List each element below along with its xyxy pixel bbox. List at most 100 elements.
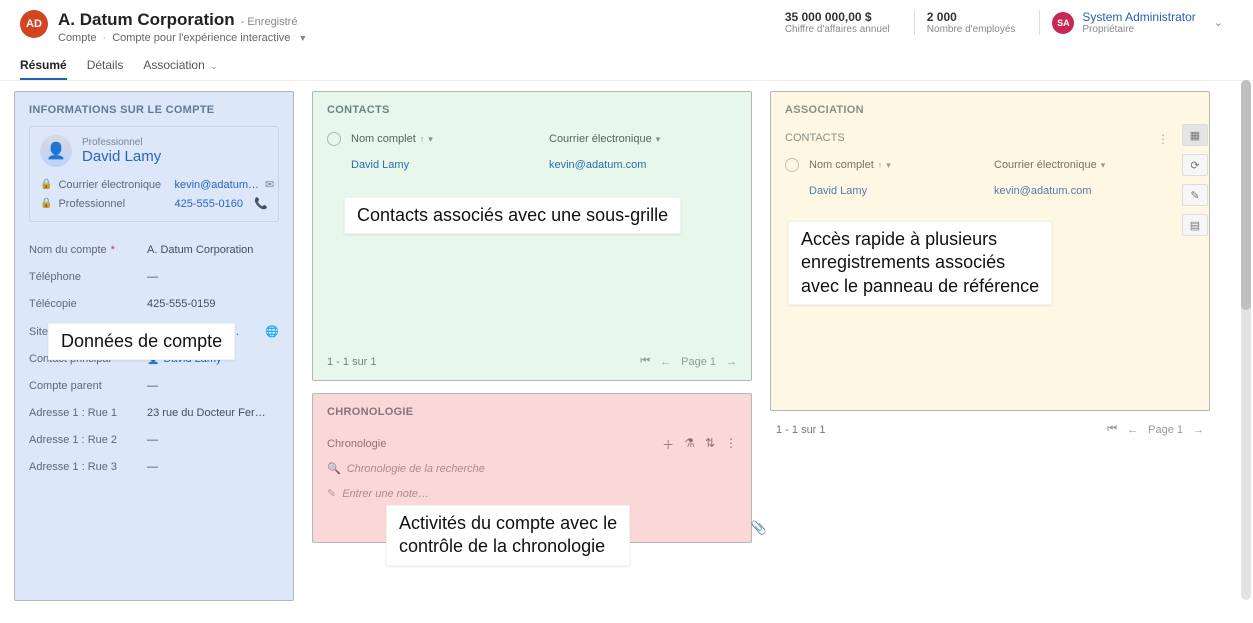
grid-pager: 1 - 1 sur 1 ⏮ ← Page 1 → xyxy=(327,343,737,368)
separator: · xyxy=(103,32,107,44)
timeline-search[interactable]: 🔍 Chronologie de la recherche xyxy=(327,456,737,481)
pager-first-icon[interactable]: ⏮ xyxy=(640,355,650,368)
column-fullname[interactable]: Nom complet ↑▾ xyxy=(809,159,984,171)
phone-icon[interactable]: 📞 xyxy=(254,197,268,210)
main-area: INFORMATIONS SUR LE COMPTE 👤 Professionn… xyxy=(0,81,1253,623)
section-title: CONTACTS xyxy=(327,104,737,116)
grid-pager: 1 - 1 sur 1 ⏮ ← Page 1 → xyxy=(770,423,1210,436)
field-address1-line3[interactable]: Adresse 1 : Rue 3 — xyxy=(29,453,279,480)
cell-email[interactable]: kevin@adatum.com xyxy=(994,185,1169,197)
cell-name[interactable]: David Lamy xyxy=(351,159,539,171)
callout-subgrid: Contacts associés avec une sous-grille xyxy=(344,197,681,234)
owner-role: Propriétaire xyxy=(1082,24,1195,35)
metric-label: Chiffre d'affaires annuel xyxy=(785,24,890,35)
pager-prev-icon[interactable]: ← xyxy=(1127,424,1138,436)
timeline-note-input[interactable]: ✎ Entrer une note… xyxy=(327,481,737,506)
chevron-down-icon[interactable]: ⌄ xyxy=(1214,16,1223,29)
account-avatar: AD xyxy=(20,10,48,38)
globe-icon[interactable]: 🌐 xyxy=(265,325,279,338)
more-icon[interactable]: ⋮ xyxy=(725,436,737,453)
pager-next-icon[interactable]: → xyxy=(726,356,737,368)
title-block: A. Datum Corporation - Enregistré Compte… xyxy=(58,10,773,44)
column-fullname[interactable]: Nom complet ↑▾ xyxy=(351,133,539,145)
field-address1-line1[interactable]: Adresse 1 : Rue 1 23 rue du Docteur Fer… xyxy=(29,399,279,426)
more-icon[interactable]: ⋮ xyxy=(1157,132,1169,146)
callout-timeline: Activités du compte avec le contrôle de … xyxy=(386,505,630,566)
email-value[interactable]: kevin@adatum… xyxy=(174,179,259,191)
pager-first-icon[interactable]: ⏮ xyxy=(1107,423,1117,436)
pager-page: Page 1 xyxy=(681,356,716,368)
column-middle: CONTACTS Nom complet ↑▾ Courrier électro… xyxy=(312,91,752,613)
lock-icon: 🔒 xyxy=(40,179,52,190)
pager-count: 1 - 1 sur 1 xyxy=(776,424,826,436)
account-title: A. Datum Corporation xyxy=(58,10,235,30)
field-address1-line2[interactable]: Adresse 1 : Rue 2 — xyxy=(29,426,279,453)
contact-name[interactable]: David Lamy xyxy=(82,148,161,165)
phone-value[interactable]: 425-555-0160 xyxy=(174,198,248,210)
pager-prev-icon[interactable]: ← xyxy=(660,356,671,368)
contact-role: Professionnel xyxy=(82,137,161,148)
column-email[interactable]: Courrier électronique ▾ xyxy=(549,133,737,145)
field-fax[interactable]: Télécopie 425-555-0159 xyxy=(29,290,279,317)
section-title: CHRONOLOGIE xyxy=(327,406,413,418)
lock-icon: 🔒 xyxy=(40,198,52,209)
ref-tab-refresh-icon[interactable]: ⟳ xyxy=(1182,154,1208,176)
column-account-info: INFORMATIONS SUR LE COMPTE 👤 Professionn… xyxy=(14,91,294,613)
section-title: ASSOCIATION xyxy=(785,104,1169,116)
ref-tab-app-icon[interactable]: ▤ xyxy=(1182,214,1208,236)
phone-label: Professionnel xyxy=(58,198,168,210)
primary-contact-card[interactable]: 👤 Professionnel David Lamy 🔒 Courrier él… xyxy=(29,126,279,222)
cell-email[interactable]: kevin@adatum.com xyxy=(549,159,737,171)
tab-association[interactable]: Association ⌄ xyxy=(143,52,217,80)
chevron-down-icon[interactable]: ▼ xyxy=(298,33,307,43)
save-state: - Enregistré xyxy=(241,16,298,28)
search-icon: 🔍 xyxy=(327,462,341,475)
email-label: Courrier électronique xyxy=(58,179,168,191)
grid-header: Nom complet ↑▾ Courrier électronique ▾ xyxy=(327,126,737,152)
add-icon[interactable]: ＋ xyxy=(662,436,674,453)
ref-tab-contacts-icon[interactable]: ▦ xyxy=(1182,124,1208,146)
form-name[interactable]: Compte pour l'expérience interactive xyxy=(112,32,290,44)
select-all-radio[interactable] xyxy=(327,132,341,146)
panel-contacts-subgrid: CONTACTS Nom complet ↑▾ Courrier électro… xyxy=(312,91,752,381)
section-title: INFORMATIONS SUR LE COMPTE xyxy=(29,104,279,116)
metric-employees[interactable]: 2 000 Nombre d'employés xyxy=(914,10,1016,35)
reference-panel-tabs: ▦ ⟳ ✎ ▤ xyxy=(1180,124,1210,236)
metric-value: 2 000 xyxy=(927,10,1016,24)
grid-header: Nom complet ↑▾ Courrier électronique ▾ xyxy=(785,152,1169,178)
select-all-radio[interactable] xyxy=(785,158,799,172)
callout-reference-panel: Accès rapide à plusieurs enregistrements… xyxy=(788,221,1052,305)
header-metrics: 35 000 000,00 $ Chiffre d'affaires annue… xyxy=(773,10,1223,35)
sort-asc-icon: ↑ xyxy=(878,160,883,170)
pager-next-icon[interactable]: → xyxy=(1193,424,1204,436)
field-parent-account[interactable]: Compte parent — xyxy=(29,372,279,399)
owner-block[interactable]: SA System Administrator Propriétaire ⌄ xyxy=(1039,10,1223,35)
entity-label: Compte xyxy=(58,32,97,44)
cell-name[interactable]: David Lamy xyxy=(809,185,984,197)
pager-page: Page 1 xyxy=(1148,424,1183,436)
column-email[interactable]: Courrier électronique ▾ xyxy=(994,159,1169,171)
column-association: ASSOCIATION CONTACTS ⋮ Nom complet ↑▾ Co… xyxy=(770,91,1210,613)
filter-icon[interactable]: ⚗ xyxy=(684,436,695,453)
pager-count: 1 - 1 sur 1 xyxy=(327,356,377,368)
sort-icon[interactable]: ⇅ xyxy=(705,436,715,453)
chevron-down-icon: ▾ xyxy=(428,134,433,145)
edit-icon: ✎ xyxy=(327,487,336,500)
chevron-down-icon: ▾ xyxy=(1101,160,1106,171)
assoc-sub: CONTACTS xyxy=(785,132,845,144)
mail-icon[interactable]: ✉ xyxy=(265,178,274,191)
scrollbar-thumb[interactable] xyxy=(1241,80,1251,310)
ref-tab-edit-icon[interactable]: ✎ xyxy=(1182,184,1208,206)
field-phone[interactable]: Téléphone — xyxy=(29,263,279,290)
page-header: AD A. Datum Corporation - Enregistré Com… xyxy=(0,0,1253,48)
metric-revenue[interactable]: 35 000 000,00 $ Chiffre d'affaires annue… xyxy=(773,10,890,35)
tab-resume[interactable]: Résumé xyxy=(20,52,67,80)
field-account-name[interactable]: Nom du compte* A. Datum Corporation xyxy=(29,236,279,263)
vertical-scrollbar[interactable] xyxy=(1241,80,1251,600)
grid-row[interactable]: David Lamy kevin@adatum.com xyxy=(327,152,737,178)
attachment-icon[interactable]: 📎 xyxy=(751,520,767,536)
grid-row[interactable]: David Lamy kevin@adatum.com xyxy=(785,178,1169,204)
chevron-down-icon: ▾ xyxy=(656,134,661,145)
owner-name: System Administrator xyxy=(1082,10,1195,24)
tab-details[interactable]: Détails xyxy=(87,52,124,80)
